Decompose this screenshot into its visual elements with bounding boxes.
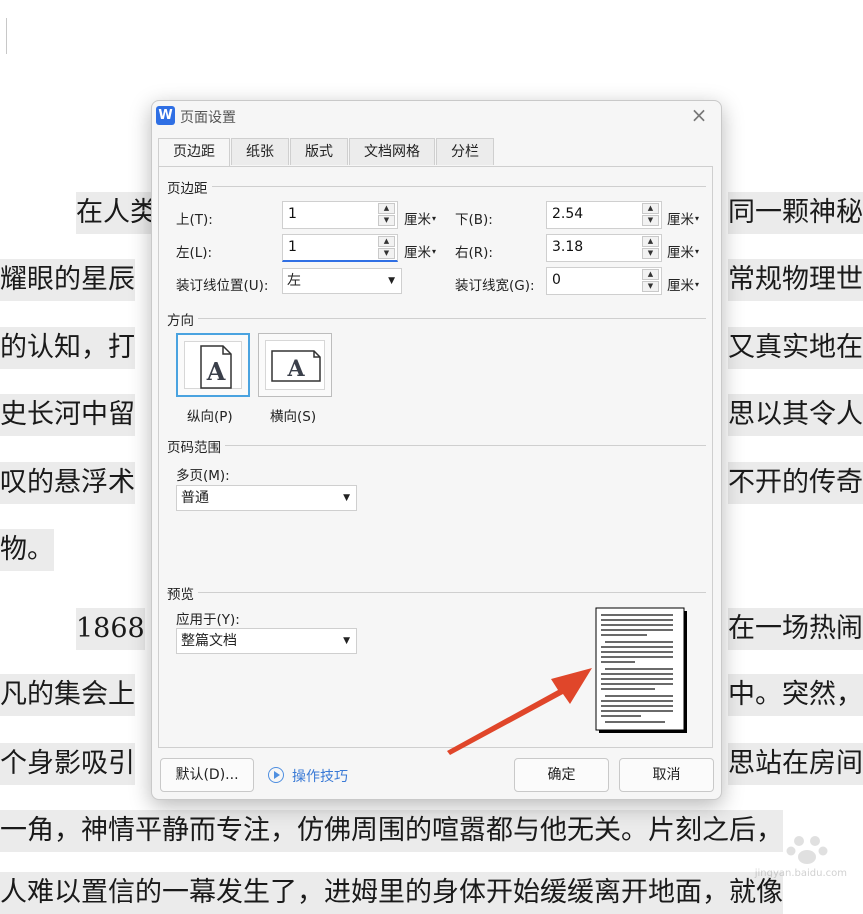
annotation-arrow	[447, 668, 592, 755]
preview-section-title: 预览	[167, 583, 198, 603]
orientation-section-title: 方向	[167, 309, 198, 329]
paw-logo-icon	[786, 836, 828, 864]
page-range-section-title: 页码范围	[167, 436, 225, 456]
baidu-jingyan-watermark: jingyan.baidu.com	[755, 831, 847, 879]
margins-section-title: 页边距	[167, 177, 212, 197]
watermark-text: jingyan.baidu.com	[754, 868, 847, 879]
